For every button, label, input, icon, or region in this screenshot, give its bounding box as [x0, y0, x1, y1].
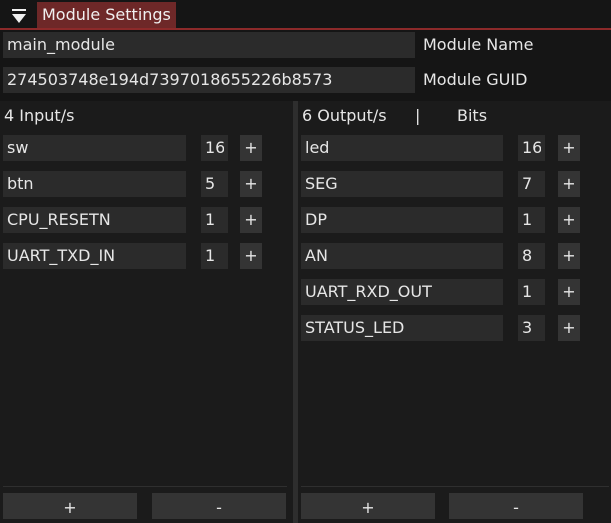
- collapse-arrow-icon[interactable]: [11, 8, 27, 24]
- input-bits-field[interactable]: [201, 171, 228, 197]
- outputs-panel: [298, 101, 611, 523]
- input-bits-increment-button[interactable]: +: [240, 243, 262, 269]
- input-name-field[interactable]: [3, 243, 186, 269]
- output-bits-increment-button[interactable]: +: [558, 207, 580, 233]
- output-bits-field[interactable]: [518, 135, 545, 161]
- output-bits-increment-button[interactable]: +: [558, 135, 580, 161]
- module-name-input[interactable]: [3, 32, 415, 58]
- remove-input-button[interactable]: -: [152, 493, 286, 519]
- module-guid-input[interactable]: [3, 67, 415, 93]
- input-bits-field[interactable]: [201, 207, 228, 233]
- inputs-panel: [0, 101, 293, 523]
- output-name-field[interactable]: [301, 279, 503, 305]
- input-name-field[interactable]: [3, 207, 186, 233]
- outputs-heading: 6 Output/s: [302, 106, 387, 125]
- input-bits-increment-button[interactable]: +: [240, 171, 262, 197]
- output-bits-increment-button[interactable]: +: [558, 279, 580, 305]
- input-bits-increment-button[interactable]: +: [240, 135, 262, 161]
- output-bits-field[interactable]: [518, 171, 545, 197]
- output-bits-increment-button[interactable]: +: [558, 243, 580, 269]
- output-bits-field[interactable]: [518, 207, 545, 233]
- outputs-footer-separator: [301, 486, 609, 487]
- add-output-button[interactable]: +: [301, 493, 435, 519]
- panel-splitter[interactable]: [293, 101, 298, 523]
- header-title: Module Settings: [37, 2, 176, 28]
- output-name-field[interactable]: [301, 207, 503, 233]
- output-bits-field[interactable]: [518, 315, 545, 341]
- input-bits-field[interactable]: [201, 243, 228, 269]
- remove-output-button[interactable]: -: [449, 493, 583, 519]
- output-bits-increment-button[interactable]: +: [558, 171, 580, 197]
- output-name-field[interactable]: [301, 315, 503, 341]
- output-name-field[interactable]: [301, 243, 503, 269]
- input-name-field[interactable]: [3, 135, 186, 161]
- bits-column-heading: Bits: [457, 106, 488, 125]
- outputs-heading-separator: |: [415, 106, 421, 125]
- input-name-field[interactable]: [3, 171, 186, 197]
- output-bits-field[interactable]: [518, 279, 545, 305]
- module-guid-label: Module GUID: [423, 70, 528, 89]
- add-input-button[interactable]: +: [3, 493, 137, 519]
- inputs-heading: 4 Input/s: [4, 106, 75, 125]
- module-name-label: Module Name: [423, 35, 534, 54]
- output-name-field[interactable]: [301, 171, 503, 197]
- output-bits-field[interactable]: [518, 243, 545, 269]
- inputs-footer-separator: [3, 486, 287, 487]
- output-name-field[interactable]: [301, 135, 503, 161]
- input-bits-increment-button[interactable]: +: [240, 207, 262, 233]
- output-bits-increment-button[interactable]: +: [558, 315, 580, 341]
- input-bits-field[interactable]: [201, 135, 228, 161]
